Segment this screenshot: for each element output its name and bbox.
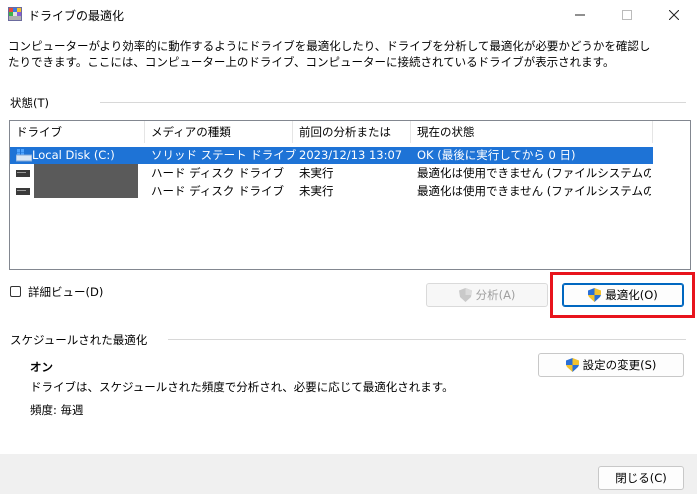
uac-shield-icon [565, 358, 579, 372]
last-run: 未実行 [299, 184, 334, 198]
maximize-icon [622, 10, 632, 20]
media-type: ハード ディスク ドライブ [151, 184, 285, 198]
change-settings-label: 設定の変更(S) [582, 358, 657, 372]
schedule-divider [168, 339, 686, 340]
schedule-state: オン [30, 360, 53, 374]
footer-bar [0, 454, 697, 494]
column-header-media[interactable]: メディアの種類 [145, 121, 293, 143]
last-run: 2023/12/13 13:07 [299, 148, 403, 162]
analyze-button[interactable]: 分析(A) [426, 283, 548, 307]
current-status: OK (最後に実行してから 0 日) [417, 148, 576, 162]
highlight-box [550, 272, 695, 318]
drive-list[interactable]: ドライブ メディアの種類 前回の分析または最... 現在の状態 Local Di… [9, 120, 691, 270]
title-bar: ドライブの最適化 [0, 0, 697, 30]
defrag-app-icon [8, 7, 22, 21]
status-section-label: 状態(T) [10, 96, 49, 110]
minimize-icon [575, 14, 585, 16]
minimize-button[interactable] [557, 0, 603, 30]
media-type: ソリッド ステート ドライブ [151, 148, 297, 162]
detail-view-checkbox[interactable] [10, 286, 21, 297]
column-header-last-run[interactable]: 前回の分析または最... [293, 121, 411, 161]
analyze-label: 分析(A) [475, 288, 516, 302]
column-header-current-status[interactable]: 現在の状態 [411, 121, 653, 143]
drive-name: Local Disk (C:) [32, 148, 115, 162]
close-button[interactable]: 閉じる(C) [598, 466, 684, 490]
drive-row[interactable]: Local Disk (C:) ソリッド ステート ドライブ 2023/12/1… [10, 147, 653, 164]
change-settings-button[interactable]: 設定の変更(S) [538, 353, 684, 377]
maximize-button[interactable] [604, 0, 650, 30]
description-text: コンピューターがより効率的に動作するようにドライブを最適化したり、ドライブを分析… [8, 39, 651, 69]
last-run: 未実行 [299, 166, 334, 180]
close-icon [669, 10, 679, 20]
current-status: 最適化は使用できません (ファイルシステムの種... [417, 184, 651, 198]
schedule-description: ドライブは、スケジュールされた頻度で分析され、必要に応じて最適化されます。 [30, 380, 454, 394]
column-header-drive[interactable]: ドライブ [10, 121, 145, 143]
media-type: ハード ディスク ドライブ [151, 166, 285, 180]
shield-icon [458, 288, 472, 302]
current-status: 最適化は使用できません (ファイルシステムの種... [417, 166, 651, 180]
detail-view-label[interactable]: 詳細ビュー(D) [28, 284, 103, 300]
drive-row[interactable]: ハード ディスク ドライブ 未実行 最適化は使用できません (ファイルシステムの… [10, 164, 653, 198]
status-divider [100, 102, 686, 103]
hard-drive-icon [16, 188, 30, 195]
schedule-frequency: 頻度: 毎週 [30, 403, 84, 417]
close-window-button[interactable] [651, 0, 697, 30]
window-title: ドライブの最適化 [28, 9, 125, 23]
hard-drive-icon [16, 170, 30, 177]
close-label: 閉じる(C) [615, 471, 667, 485]
schedule-section-label: スケジュールされた最適化 [10, 333, 148, 347]
windows-drive-icon [16, 149, 32, 162]
drive-row[interactable]: ハード ディスク ドライブ 未実行 最適化は使用できません (ファイルシステムの… [10, 183, 653, 200]
